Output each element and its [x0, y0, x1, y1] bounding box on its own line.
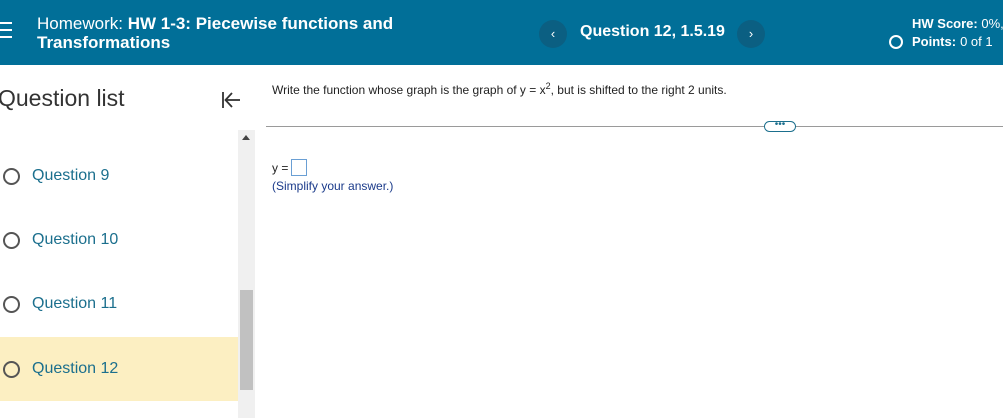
next-question-button[interactable]: ›: [737, 20, 765, 48]
points-value: 0 of 1: [960, 34, 993, 49]
question-status-icon: [3, 295, 20, 313]
question-item-label: Question 12: [32, 360, 119, 377]
question-item-label: Question 11: [32, 295, 118, 312]
question-content: Write the function whose graph is the gr…: [256, 65, 1003, 418]
hw-score-label: HW Score:: [912, 16, 978, 31]
hw-score-value: 0%, 0: [981, 16, 1003, 31]
question-list-item-9[interactable]: Question 9: [0, 144, 238, 208]
top-bar: Homework: HW 1-3: Piecewise functions an…: [0, 0, 1003, 65]
question-list-item-10[interactable]: Question 10: [0, 208, 238, 272]
previous-question-button[interactable]: ‹: [539, 20, 567, 48]
question-prompt: Write the function whose graph is the gr…: [272, 81, 727, 97]
question-status-icon: [3, 360, 20, 378]
answer-input[interactable]: [291, 159, 308, 176]
homework-prefix: Homework:: [37, 14, 128, 33]
points-label: Points:: [912, 34, 957, 49]
prompt-text-end: , but is shifted to the right 2 units.: [550, 83, 727, 97]
homework-name-line1: HW 1-3: Piecewise functions and: [127, 14, 394, 33]
hw-score: HW Score: 0%, 0: [912, 16, 1003, 31]
question-status-icon: [3, 167, 20, 185]
question-item-label: Question 10: [32, 231, 119, 248]
more-options-button[interactable]: •••: [764, 120, 796, 132]
question-list-scrollbar[interactable]: [238, 130, 255, 418]
answer-row: y =: [272, 159, 308, 176]
hamburger-menu-icon[interactable]: [0, 20, 14, 42]
question-list-item-11[interactable]: Question 11: [0, 272, 238, 336]
question-status-icon: [3, 231, 20, 249]
question-list-title: Question list: [0, 85, 125, 111]
question-list-item-12[interactable]: Question 12: [0, 337, 238, 401]
points-status-icon: [889, 34, 903, 49]
divider: [266, 126, 1003, 127]
question-list-panel: Question list Question 9 Question 10 Que…: [0, 65, 256, 418]
collapse-panel-icon[interactable]: [220, 89, 242, 111]
answer-hint: (Simplify your answer.): [272, 179, 394, 193]
chevron-left-icon: ‹: [550, 26, 556, 41]
question-item-label: Question 9: [32, 167, 110, 184]
scrollbar-thumb[interactable]: [240, 290, 253, 390]
scroll-up-arrow-icon[interactable]: [242, 135, 250, 140]
homework-name-line2: Transformations: [37, 33, 171, 52]
answer-label: y =: [272, 160, 289, 175]
prompt-text: Write the function whose graph is the gr…: [272, 83, 546, 97]
homework-title: Homework: HW 1-3: Piecewise functions an…: [37, 14, 457, 52]
chevron-right-icon: ›: [748, 26, 754, 41]
current-question-label: Question 12, 1.5.19: [580, 23, 725, 40]
points: Points: 0 of 1: [889, 34, 993, 49]
